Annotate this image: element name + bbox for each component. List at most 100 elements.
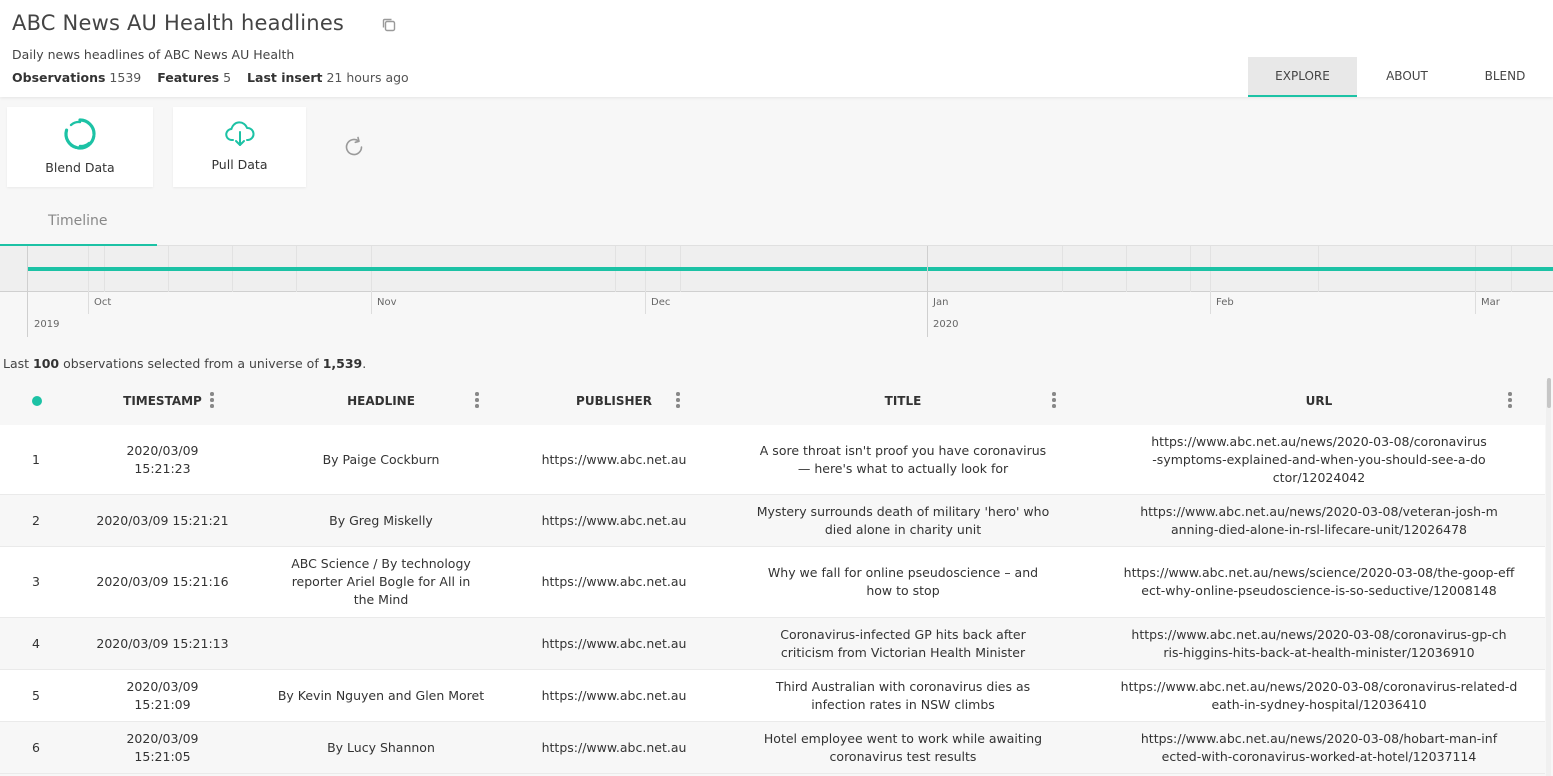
selection-count: 100: [33, 356, 60, 371]
table-row[interactable]: 6 2020/03/09 15:21:05 By Lucy Shannon ht…: [0, 722, 1545, 774]
cell-timestamp: 2020/03/09 15:21:13: [96, 635, 229, 651]
timeline-month-label: Jan: [933, 297, 949, 308]
tab-blend[interactable]: BLEND: [1457, 57, 1553, 97]
selection-total: 1,539: [322, 356, 363, 371]
last-insert-label: Last insert: [247, 70, 323, 85]
tab-explore[interactable]: EXPLORE: [1248, 57, 1357, 97]
copy-icon[interactable]: [380, 16, 398, 34]
cell-publisher: https://www.abc.net.au: [541, 739, 687, 755]
timeline-series-line: [28, 267, 1553, 271]
table-header: TIMESTAMP HEADLINE PUBLISHER TITLE URL: [0, 381, 1545, 425]
cell-url[interactable]: https://www.abc.net.au/news/science/2020…: [1110, 547, 1528, 617]
kebab-icon[interactable]: [1508, 392, 1512, 408]
cell-timestamp: 2020/03/09 15:21:09: [126, 678, 199, 712]
cell-publisher: https://www.abc.net.au: [541, 574, 687, 589]
timeline-tick: [645, 292, 646, 314]
timeline-axis-start: [27, 246, 28, 337]
main-nav: EXPLORE ABOUT BLEND: [1248, 57, 1553, 97]
cell-timestamp: 2020/03/09 15:21:21: [96, 512, 229, 528]
row-index: 6: [32, 739, 40, 755]
table-scrollbar-thumb[interactable]: [1547, 378, 1551, 408]
cell-url[interactable]: https://www.abc.net.au/news/2020-03-08/h…: [1110, 722, 1528, 773]
row-index: 4: [32, 635, 40, 651]
kebab-icon[interactable]: [1052, 392, 1056, 408]
cell-timestamp: 2020/03/09 15:21:05: [126, 730, 199, 764]
table-row[interactable]: 5 2020/03/09 15:21:09 By Kevin Nguyen an…: [0, 670, 1545, 722]
refresh-icon[interactable]: [343, 136, 365, 158]
cell-headline: [272, 618, 490, 669]
cell-publisher: https://www.abc.net.au: [541, 451, 687, 467]
column-header-headline[interactable]: HEADLINE: [272, 381, 490, 425]
cell-title: Hotel employee went to work while awaiti…: [763, 730, 1043, 764]
features-value: 5: [223, 70, 232, 85]
dataset-stats: Observations 1539 Features 5 Last insert…: [12, 70, 421, 85]
column-header-url[interactable]: URL: [1110, 381, 1528, 425]
blend-data-label: Blend Data: [45, 160, 115, 175]
table-row[interactable]: 2 2020/03/09 15:21:21 By Greg Miskelly h…: [0, 495, 1545, 547]
pull-data-button[interactable]: Pull Data: [173, 107, 306, 187]
cell-url[interactable]: https://www.abc.net.au/news/2020-03-08/c…: [1110, 425, 1528, 494]
data-table: TIMESTAMP HEADLINE PUBLISHER TITLE URL 1…: [0, 381, 1545, 774]
timeline-month-label: Feb: [1216, 297, 1234, 308]
timeline-tick: [1210, 292, 1211, 314]
cell-headline: By Lucy Shannon: [327, 739, 435, 755]
tab-timeline[interactable]: Timeline: [0, 207, 157, 246]
timeline-chart[interactable]: Oct Nov Dec Jan Feb Mar 2019 2020: [0, 246, 1553, 338]
cloud-download-icon: [224, 121, 254, 146]
tab-about[interactable]: ABOUT: [1357, 57, 1457, 97]
column-header-publisher[interactable]: PUBLISHER: [530, 381, 698, 425]
table-row[interactable]: 4 2020/03/09 15:21:13 https://www.abc.ne…: [0, 618, 1545, 670]
row-index: 2: [32, 512, 40, 528]
features-label: Features: [157, 70, 220, 85]
blend-data-button[interactable]: Blend Data: [7, 107, 153, 187]
timeline-month-label: Oct: [94, 297, 112, 308]
cell-url[interactable]: https://www.abc.net.au/news/2020-03-08/v…: [1110, 495, 1528, 546]
timeline-year-label: 2020: [933, 319, 959, 330]
cell-headline: By Paige Cockburn: [322, 451, 440, 467]
pull-data-label: Pull Data: [211, 157, 268, 172]
timeline-tick: [88, 292, 89, 314]
observations-label: Observations: [12, 70, 106, 85]
timeline-year-label: 2019: [34, 319, 60, 330]
column-header-title[interactable]: TITLE: [742, 381, 1064, 425]
row-index: 3: [32, 574, 40, 589]
timeline-tick: [1475, 292, 1476, 314]
cell-headline: By Greg Miskelly: [329, 512, 433, 528]
cell-url[interactable]: https://www.abc.net.au/news/2020-03-08/c…: [1110, 670, 1528, 721]
page-title: ABC News AU Health headlines: [12, 11, 345, 35]
kebab-icon[interactable]: [475, 392, 479, 408]
cell-title: A sore throat isn't proof you have coron…: [759, 442, 1047, 476]
kebab-icon[interactable]: [676, 392, 680, 408]
cell-title: Third Australian with coronavirus dies a…: [775, 678, 1031, 712]
cell-title: Why we fall for online pseudoscience – a…: [767, 565, 1039, 598]
table-scrollbar-track[interactable]: [1546, 381, 1551, 776]
cell-publisher: https://www.abc.net.au: [541, 512, 687, 528]
timeline-month-label: Dec: [651, 297, 671, 308]
cell-timestamp: 2020/03/09 15:21:16: [96, 574, 229, 589]
selection-prefix: Last: [3, 356, 30, 371]
page-header: ABC News AU Health headlines Daily news …: [0, 0, 1553, 97]
table-row[interactable]: 1 2020/03/09 15:21:23 By Paige Cockburn …: [0, 425, 1545, 495]
cell-headline: ABC Science / By technology reporter Ari…: [291, 556, 471, 607]
timeline-month-label: Mar: [1481, 297, 1500, 308]
timeline-tick: [371, 292, 372, 314]
selection-suffix: .: [362, 356, 367, 371]
cell-title: Coronavirus-infected GP hits back after …: [780, 626, 1026, 660]
cell-headline: By Kevin Nguyen and Glen Moret: [277, 687, 485, 703]
row-index: 1: [32, 451, 40, 467]
cell-url[interactable]: https://www.abc.net.au/news/2020-03-08/c…: [1110, 618, 1528, 669]
row-index: 5: [32, 687, 40, 703]
cell-publisher: https://www.abc.net.au: [541, 687, 687, 703]
timeline-year-divider: [927, 246, 928, 337]
blend-icon: [64, 118, 96, 150]
observations-value: 1539: [109, 70, 142, 85]
selection-middle: observations selected from a universe of: [63, 356, 319, 371]
page-subtitle: Daily news headlines of ABC News AU Heal…: [12, 47, 295, 62]
selection-summary: Last 100 observations selected from a un…: [3, 356, 366, 371]
cell-title: Mystery surrounds death of military 'her…: [756, 503, 1050, 537]
cell-publisher: https://www.abc.net.au: [541, 635, 687, 651]
kebab-icon[interactable]: [210, 392, 214, 408]
cell-timestamp: 2020/03/09 15:21:23: [126, 442, 199, 476]
table-row[interactable]: 3 2020/03/09 15:21:16 ABC Science / By t…: [0, 547, 1545, 618]
last-insert-value: 21 hours ago: [326, 70, 409, 85]
